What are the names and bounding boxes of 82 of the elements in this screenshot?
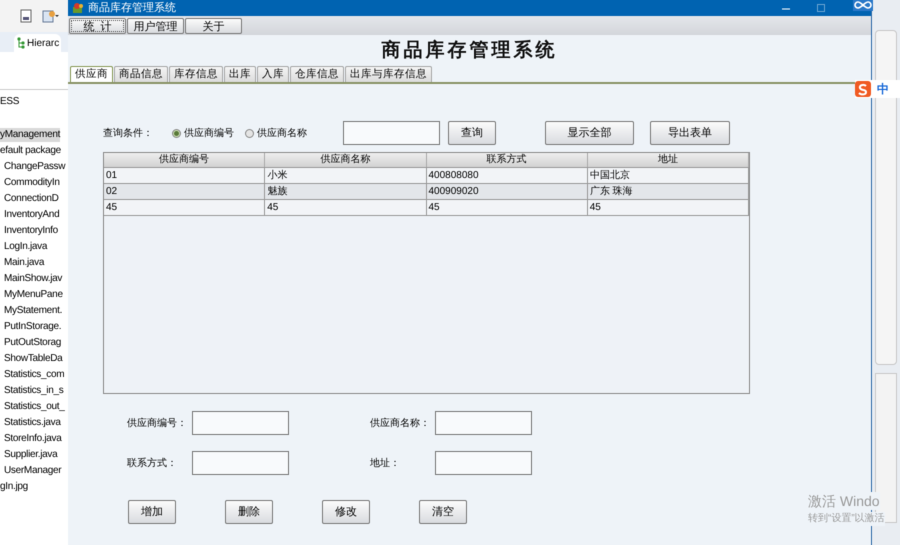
radio-option[interactable]: 供应商编号 <box>172 126 234 140</box>
tab[interactable]: 出库与库存信息 <box>345 66 432 82</box>
table-cell: 01 <box>104 168 266 183</box>
activation-title: 激活 Windo <box>808 492 880 510</box>
table-cell: 广东 珠海 <box>588 184 749 199</box>
table-cell: 小米 <box>265 168 426 183</box>
hierarchy-icon <box>17 37 25 49</box>
input-field[interactable] <box>192 411 289 435</box>
table-cell: 中国北京 <box>588 168 749 183</box>
search-button[interactable]: 查询 <box>448 121 496 145</box>
input-field[interactable] <box>435 451 532 475</box>
field-label: 地址： <box>370 456 401 470</box>
tab[interactable]: 商品信息 <box>114 66 168 82</box>
menu-item[interactable]: 用户管理 <box>127 18 184 34</box>
ime-indicator[interactable]: 中 <box>855 80 900 98</box>
action-button[interactable]: 清空 <box>419 500 467 524</box>
tree-item[interactable]: Statistics_com <box>4 368 64 382</box>
tree-item[interactable]: Supplier.java <box>4 448 58 462</box>
field-label: 供应商名称： <box>370 416 431 430</box>
tree-item[interactable]: MyStatement. <box>4 304 62 318</box>
action-button[interactable]: 修改 <box>322 500 370 524</box>
table-cell: 45 <box>588 200 749 215</box>
tab[interactable]: 仓库信息 <box>290 66 344 82</box>
tree-item[interactable]: PutOutStorag <box>4 336 61 350</box>
tree-item[interactable]: gIn.jpg <box>0 480 28 494</box>
infinity-icon[interactable] <box>853 0 873 11</box>
tree-item[interactable]: Main.java <box>4 256 44 270</box>
app-heading: 商品库存管理系统 <box>382 38 558 64</box>
tree-item[interactable]: ChangePassw <box>4 160 66 174</box>
tab[interactable]: 库存信息 <box>169 66 223 82</box>
tab[interactable]: 出库 <box>224 66 256 82</box>
view-tab[interactable]: Hierarc <box>14 34 62 52</box>
tree-item[interactable]: InventoryInfo <box>4 224 58 238</box>
tree-item[interactable]: InventoryAnd <box>4 208 60 222</box>
tree-item[interactable]: LogIn.java <box>4 240 48 254</box>
column-header[interactable]: 供应商名称 <box>265 153 426 167</box>
activation-subtitle: 转到“设置”以激活 <box>808 512 885 526</box>
tree-item[interactable]: Statistics_in_s <box>4 384 64 398</box>
tree-item[interactable]: UserManager <box>4 464 62 478</box>
query-label: 查询条件： <box>103 126 154 140</box>
input-field[interactable] <box>435 411 532 435</box>
tree-item[interactable]: Statistics_out_ <box>4 400 65 414</box>
column-header[interactable]: 联系方式 <box>426 153 588 167</box>
table-cell: 45 <box>104 200 266 215</box>
tab[interactable]: 入库 <box>257 66 289 82</box>
menu-item[interactable]: 统 计 <box>69 18 126 34</box>
tree-item[interactable]: yManagement <box>0 128 60 142</box>
export-button[interactable]: 导出表单 <box>650 121 730 145</box>
window-title: 商品库存管理系统 <box>88 0 176 16</box>
menu-item[interactable]: 关于 <box>185 18 242 34</box>
radio-icon[interactable] <box>172 128 181 138</box>
tree-item[interactable]: ShowTableDa <box>4 352 62 366</box>
tree-item[interactable]: efault package <box>0 144 61 158</box>
tree-item[interactable]: MyMenuPane <box>4 288 63 302</box>
document-icon[interactable] <box>20 9 32 23</box>
table-cell: 魅族 <box>265 184 426 199</box>
tree-item[interactable]: ConnectionD <box>4 192 59 206</box>
table-cell: 45 <box>265 200 426 215</box>
tree-item[interactable]: Statistics.java <box>4 416 61 430</box>
action-button[interactable]: 删除 <box>225 500 273 524</box>
search-field[interactable] <box>343 121 440 145</box>
column-header[interactable]: 地址 <box>588 153 749 167</box>
column-header[interactable]: 供应商编号 <box>104 153 266 167</box>
radio-icon[interactable] <box>245 128 254 138</box>
tree-item[interactable]: PutInStorage. <box>4 320 62 334</box>
table-cell: 02 <box>104 184 266 199</box>
field-label: 联系方式： <box>127 456 178 470</box>
s-logo-icon <box>855 81 871 97</box>
table-cell: 400909020 <box>426 184 588 199</box>
field-label: 供应商编号： <box>127 416 188 430</box>
table-cell: 45 <box>426 200 588 215</box>
tree-item[interactable]: MainShow.jav <box>4 272 62 286</box>
action-button[interactable]: 增加 <box>128 500 176 524</box>
app-icon <box>72 2 84 14</box>
tree-item[interactable]: CommodityIn <box>4 176 60 190</box>
tree-item[interactable]: StoreInfo.java <box>4 432 62 446</box>
tree-item[interactable]: ESS <box>0 95 20 109</box>
tab[interactable]: 供应商 <box>70 66 113 82</box>
radio-option[interactable]: 供应商名称 <box>245 126 307 140</box>
table-cell: 400808080 <box>426 168 588 183</box>
input-field[interactable] <box>192 451 289 475</box>
show-all-button[interactable]: 显示全部 <box>545 121 634 145</box>
